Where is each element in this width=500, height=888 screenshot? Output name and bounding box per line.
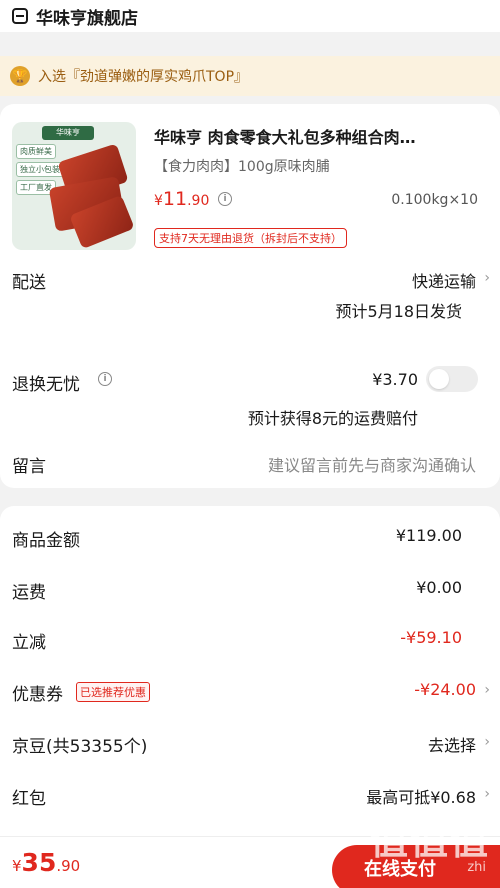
jingdou-label: 京豆(共53355个) xyxy=(12,737,148,757)
redpacket-label: 红包 xyxy=(12,789,46,809)
goods-amount-label: 商品金额 xyxy=(12,531,80,551)
product-spec: 【食力肉肉】100g原味肉脯 xyxy=(154,159,330,175)
product-price: ¥11.90 xyxy=(154,188,209,210)
jingdou-select[interactable]: 去选择 xyxy=(428,732,476,756)
order-total: ¥35.90 xyxy=(12,848,80,877)
rank-text: 入选『劲道弹嫩的厚实鸡爪TOP』 xyxy=(38,69,249,85)
product-title[interactable]: 华味亨 肉食零食大礼包多种组合肉… xyxy=(154,124,474,148)
chevron-right-icon[interactable]: › xyxy=(484,682,490,698)
return-insurance-note: 预计获得8元的运费赔付 xyxy=(247,409,418,428)
price-info-icon[interactable]: i xyxy=(218,192,232,206)
store-header[interactable]: 华味亨旗舰店 xyxy=(0,0,500,32)
store-icon xyxy=(12,8,28,24)
redpacket-value[interactable]: 最高可抵¥0.68 xyxy=(366,784,476,808)
product-image[interactable]: 华味亨 肉质鲜美 独立小包装 工厂直发 xyxy=(12,122,136,250)
price-symbol: ¥ xyxy=(154,193,163,209)
chevron-right-icon[interactable]: › xyxy=(484,734,490,750)
discount-label: 立减 xyxy=(12,633,46,653)
price-int: 11 xyxy=(162,188,188,210)
goods-amount-value: ¥119.00 xyxy=(395,526,462,545)
rank-banner[interactable]: 🏆 入选『劲道弹嫩的厚实鸡爪TOP』 xyxy=(0,56,500,96)
delivery-label: 配送 xyxy=(12,273,46,293)
return-insurance-toggle[interactable] xyxy=(426,366,478,392)
brand-logo: 华味亨 xyxy=(42,126,94,140)
total-int: 35 xyxy=(21,848,57,877)
product-quantity: 0.100kg×10 xyxy=(391,192,478,208)
return-insurance-info-icon[interactable]: i xyxy=(98,372,112,386)
price-dec: .90 xyxy=(187,193,210,209)
store-name: 华味亨旗舰店 xyxy=(36,8,138,29)
total-symbol: ¥ xyxy=(12,857,22,875)
watermark: 值值值 xyxy=(369,819,490,863)
coupon-value[interactable]: -¥24.00 xyxy=(414,680,476,699)
message-label: 留言 xyxy=(12,457,46,477)
chevron-right-icon[interactable]: › xyxy=(484,270,490,286)
image-tag: 独立小包装 xyxy=(16,162,64,177)
message-input[interactable]: 建议留言前先与商家沟通确认 xyxy=(268,452,476,476)
shipping-value: ¥0.00 xyxy=(416,578,462,597)
coupon-tag: 已选推荐优惠 xyxy=(76,682,150,702)
return-policy-tag: 支持7天无理由退货（拆封后不支持） xyxy=(154,228,347,248)
return-insurance-label: 退换无忧 xyxy=(12,375,80,395)
delivery-eta: 预计5月18日发货 xyxy=(335,302,462,321)
chevron-right-icon[interactable]: › xyxy=(484,786,490,802)
watermark-sub: zhi xyxy=(467,860,486,875)
coupon-label: 优惠券 xyxy=(12,685,63,705)
trophy-icon: 🏆 xyxy=(10,66,30,86)
total-dec: .90 xyxy=(56,857,81,875)
image-tag: 肉质鲜美 xyxy=(16,144,56,159)
return-insurance-price: ¥3.70 xyxy=(372,370,418,389)
delivery-method[interactable]: 快递运输 xyxy=(412,268,476,292)
shipping-label: 运费 xyxy=(12,583,46,603)
discount-value: -¥59.10 xyxy=(400,628,462,647)
